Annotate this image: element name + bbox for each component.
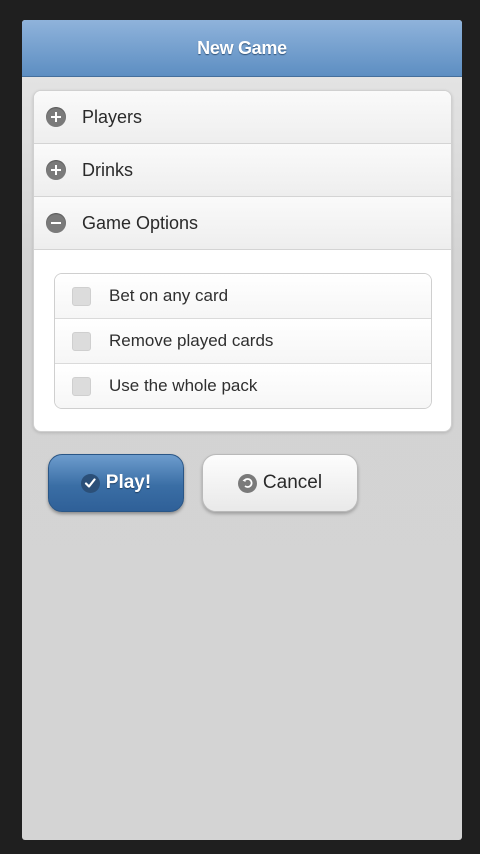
- accordion-header-players[interactable]: Players: [34, 91, 451, 144]
- game-options-checkbox-group: Bet on any card Remove played cards Use …: [54, 273, 432, 409]
- checkbox-use-whole-pack[interactable]: [72, 376, 91, 396]
- accordion-header-game-options[interactable]: Game Options: [34, 197, 451, 250]
- header-bar: New Game: [22, 20, 462, 77]
- minus-circle-icon: [46, 213, 66, 233]
- plus-circle-icon: [46, 107, 66, 127]
- page-title: New Game: [197, 37, 287, 58]
- accordion-label-players: Players: [82, 106, 143, 127]
- game-settings-accordion: Players Drinks Game Options Bet on any c…: [33, 90, 452, 432]
- app-screen: New Game Players Drinks Game Options Bet…: [22, 20, 462, 840]
- option-use-whole-pack[interactable]: Use the whole pack: [55, 364, 431, 408]
- check-circle-icon: [80, 473, 100, 493]
- play-button[interactable]: Play!: [48, 454, 184, 512]
- option-bet-on-any-card[interactable]: Bet on any card: [55, 274, 431, 319]
- cancel-button[interactable]: Cancel: [202, 454, 358, 512]
- accordion-header-drinks[interactable]: Drinks: [34, 144, 451, 197]
- cancel-button-label: Cancel: [262, 472, 323, 493]
- option-label: Use the whole pack: [109, 376, 258, 395]
- option-remove-played-cards[interactable]: Remove played cards: [55, 319, 431, 364]
- accordion-label-game-options: Game Options: [82, 212, 199, 233]
- checkbox-bet-on-any-card[interactable]: [72, 286, 91, 306]
- option-label: Bet on any card: [109, 286, 229, 305]
- checkbox-remove-played-cards[interactable]: [72, 331, 91, 351]
- option-label: Remove played cards: [109, 331, 274, 350]
- back-arrow-circle-icon: [237, 473, 257, 493]
- play-button-label: Play!: [105, 472, 152, 493]
- plus-circle-icon: [46, 160, 66, 180]
- accordion-label-drinks: Drinks: [82, 159, 134, 180]
